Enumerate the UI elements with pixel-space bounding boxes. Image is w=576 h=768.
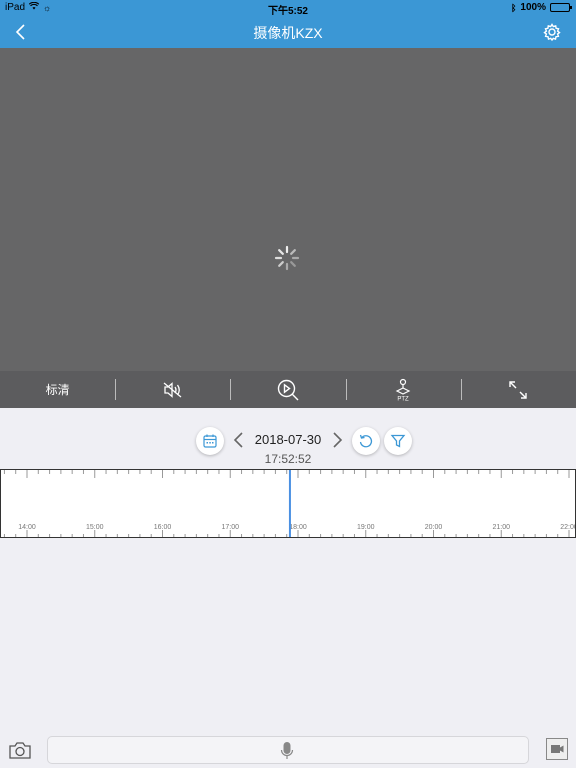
refresh-icon — [359, 434, 373, 448]
gear-icon[interactable] — [542, 22, 562, 42]
previous-day-button[interactable] — [232, 430, 246, 450]
video-view[interactable] — [0, 48, 576, 371]
mute-icon — [163, 381, 182, 398]
ptz-button[interactable]: PTZ — [345, 371, 461, 408]
playback-search-button[interactable] — [230, 371, 345, 408]
nav-bar: 摄像机KZX — [0, 16, 576, 48]
playback-search-icon — [277, 379, 299, 400]
fullscreen-icon — [509, 380, 528, 399]
timeline-hour-label: 20:00 — [425, 524, 443, 531]
timeline[interactable]: 14:00 15:00 16:00 17:00 18:00 19:00 20:00 21:00… — [0, 469, 576, 538]
chevron-left-icon — [233, 432, 243, 448]
snapshot-button[interactable] — [8, 740, 32, 760]
battery-icon — [550, 3, 572, 12]
playback-date[interactable]: 2018-07-30 — [252, 432, 324, 447]
record-icon — [551, 745, 564, 753]
timeline-hour-label: 19:00 — [357, 524, 375, 531]
timeline-hour-label: 22:00 — [560, 524, 575, 531]
timeline-hour-label: 14:00 — [18, 524, 36, 531]
chevron-right-icon — [333, 432, 343, 448]
microphone-icon — [280, 742, 294, 759]
bottom-bar — [0, 734, 576, 768]
next-day-button[interactable] — [330, 430, 344, 450]
timeline-hour-label: 18:00 — [289, 524, 307, 531]
status-time: 下午5:52 — [267, 6, 308, 17]
page-title: 摄像机KZX — [253, 25, 323, 41]
loading-spinner-icon — [274, 245, 300, 271]
timeline-hour-label: 17:00 — [221, 524, 239, 531]
refresh-button[interactable] — [352, 427, 380, 455]
camera-icon — [9, 742, 31, 759]
timeline-hour-label: 16:00 — [154, 524, 172, 531]
filter-button[interactable] — [384, 427, 412, 455]
timeline-scale: 14:00 15:00 16:00 17:00 18:00 19:00 20:00 21:00… — [3, 470, 575, 537]
status-bar: iPad ☼ 下午5:52 ᛒ 100% — [0, 0, 576, 17]
battery-text: 100% — [520, 2, 546, 13]
record-button[interactable] — [546, 738, 568, 760]
timeline-hour-label: 21:00 — [492, 524, 510, 531]
fullscreen-button[interactable] — [460, 371, 576, 408]
timeline-hour-label: 15:00 — [86, 524, 104, 531]
control-bar: 标清 PTZ — [0, 371, 576, 408]
status-right: ᛒ 100% — [511, 2, 572, 13]
calendar-button[interactable] — [196, 427, 224, 455]
calendar-icon — [203, 434, 217, 448]
playback-time: 17:52:52 — [264, 452, 312, 466]
quality-label: 标清 — [45, 383, 70, 397]
bluetooth-icon: ᛒ — [511, 2, 517, 13]
talk-button[interactable] — [47, 736, 529, 764]
filter-icon — [390, 434, 406, 448]
ptz-icon: PTZ — [395, 378, 411, 402]
mute-button[interactable] — [115, 371, 230, 408]
svg-text:PTZ: PTZ — [398, 396, 410, 402]
quality-button[interactable]: 标清 — [0, 371, 115, 408]
